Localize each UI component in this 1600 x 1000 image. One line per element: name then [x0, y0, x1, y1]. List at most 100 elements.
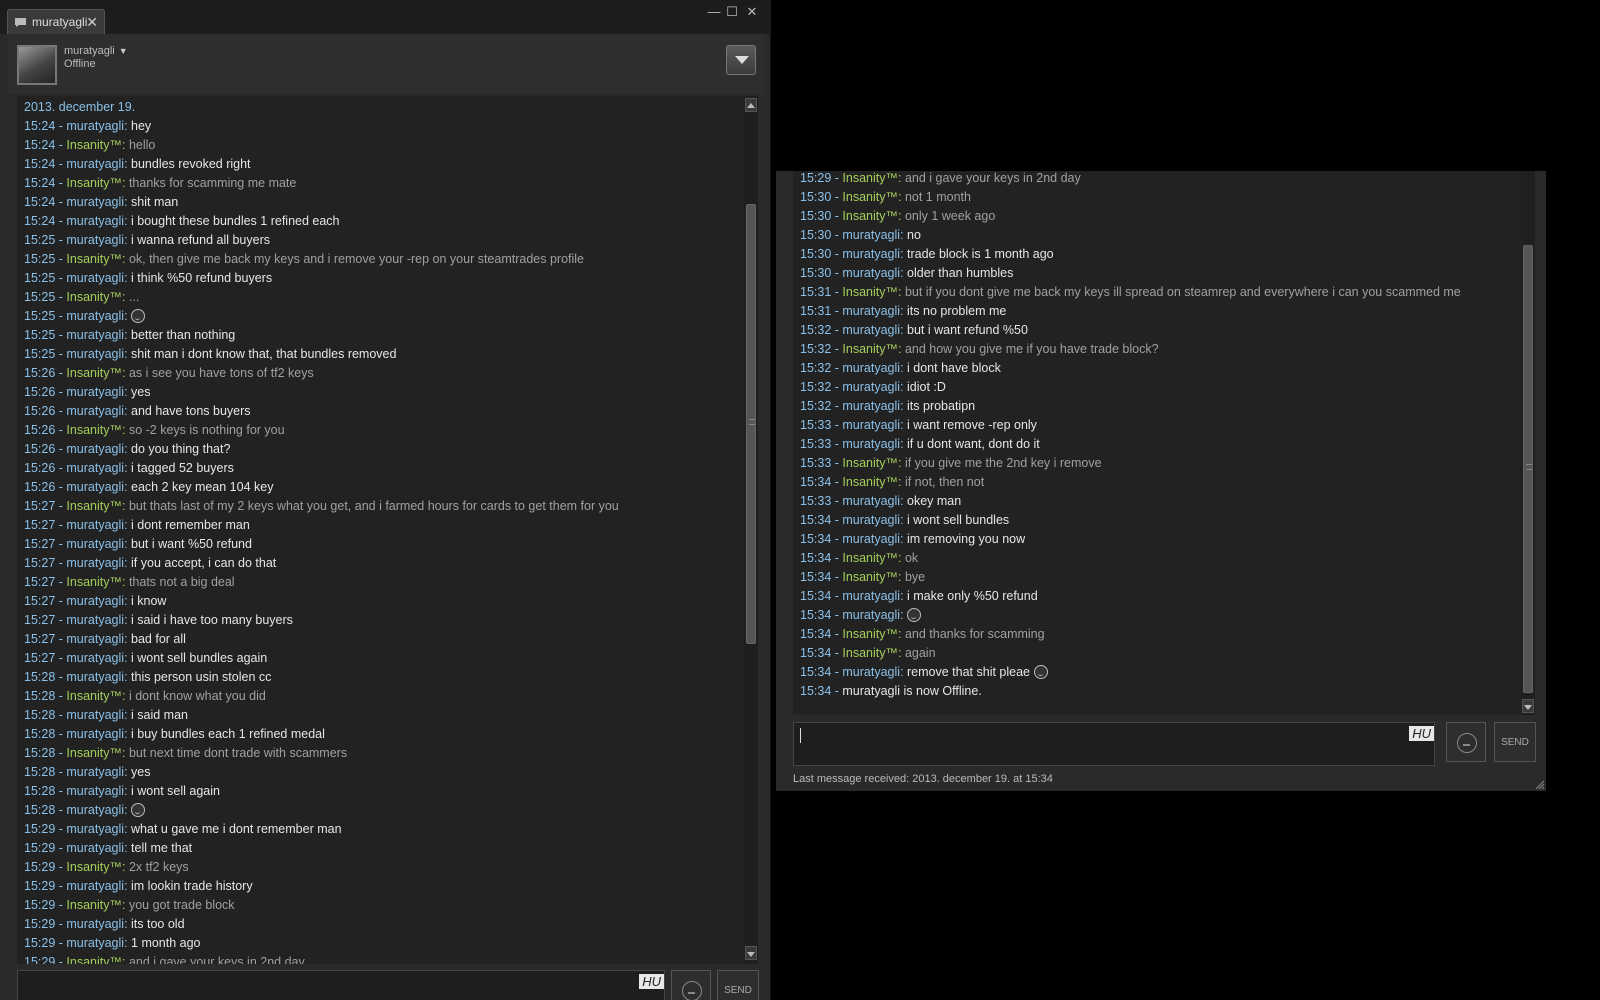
- separator: -: [55, 556, 67, 570]
- sender-name: muratyagli: [66, 119, 125, 133]
- separator: -: [55, 613, 67, 627]
- colon: :: [124, 195, 132, 209]
- colon: :: [124, 309, 132, 323]
- timestamp: 15:30: [800, 190, 832, 204]
- sender-name: muratyagli: [66, 594, 125, 608]
- chat-line: 15:25 - muratyagli:: [24, 307, 619, 326]
- friend-name[interactable]: muratyagli ▼: [64, 45, 128, 57]
- timestamp: 15:33: [800, 494, 832, 508]
- timestamp: 15:32: [800, 323, 832, 337]
- timestamp: 15:26: [24, 423, 56, 437]
- message-text: not 1 month: [904, 190, 971, 204]
- separator: -: [55, 917, 67, 931]
- separator: -: [831, 513, 843, 527]
- caret-down-icon[interactable]: ▼: [119, 46, 128, 56]
- message-text: but next time dont trade with scammers: [128, 746, 348, 760]
- chat-line: 15:28 - Insanity™: i dont know what you …: [24, 687, 619, 706]
- timestamp: 15:28: [24, 708, 56, 722]
- timestamp: 15:29: [24, 822, 56, 836]
- sender-name: muratyagli: [66, 822, 125, 836]
- close-window-button[interactable]: ✕: [744, 4, 760, 20]
- message-text: ...: [128, 290, 140, 304]
- sender-name: muratyagli: [66, 195, 125, 209]
- colon: :: [124, 670, 132, 684]
- maximize-button[interactable]: ☐: [724, 4, 740, 20]
- separator: -: [55, 765, 67, 779]
- colon: :: [124, 917, 132, 931]
- message-text: and have tons buyers: [131, 404, 251, 418]
- colon: :: [124, 936, 132, 950]
- colon: :: [900, 228, 908, 242]
- colon: :: [121, 366, 129, 380]
- chat-line: 15:24 - muratyagli: i bought these bundl…: [24, 212, 619, 231]
- chat-line: 15:31 - muratyagli: its no problem me: [800, 302, 1461, 321]
- message-input[interactable]: HU: [17, 970, 665, 1000]
- colon: :: [897, 342, 905, 356]
- chat-line: 15:32 - muratyagli: its probatipn: [800, 397, 1461, 416]
- status-message: muratyagli is now Offline.: [842, 684, 982, 698]
- sender-name: muratyagli: [66, 879, 125, 893]
- emoticon-button-right[interactable]: [1446, 722, 1486, 762]
- colon: :: [900, 532, 908, 546]
- separator: -: [55, 138, 67, 152]
- chat-log: 2013. december 19. 15:24 - muratyagli: he…: [17, 96, 757, 964]
- timestamp: 15:33: [800, 418, 832, 432]
- message-text: i dont have block: [907, 361, 1001, 375]
- emoticon-icon: [131, 309, 146, 323]
- chat-options-button[interactable]: [726, 45, 756, 75]
- timestamp: 15:34: [800, 684, 832, 698]
- chat-log-scrollbar[interactable]: [744, 96, 758, 964]
- chat-line: 15:34 - muratyagli: i make only %50 refu…: [800, 587, 1461, 606]
- message-text: 1 month ago: [131, 936, 201, 950]
- message-text: bye: [904, 570, 926, 584]
- separator: -: [831, 342, 843, 356]
- timestamp: 15:28: [24, 746, 56, 760]
- message-text: only 1 week ago: [904, 209, 996, 223]
- scroll-up-arrow[interactable]: [745, 98, 757, 112]
- sender-name: Insanity™: [842, 209, 898, 223]
- colon: :: [124, 385, 132, 399]
- separator: -: [55, 214, 67, 228]
- scroll-down-arrow[interactable]: [745, 946, 757, 960]
- separator: -: [55, 727, 67, 741]
- chat-log-scrollbar-right[interactable]: [1521, 171, 1535, 715]
- chat-line: 15:24 - Insanity™: hello: [24, 136, 619, 155]
- tab-close-icon[interactable]: ✕: [86, 14, 98, 31]
- separator: -: [55, 898, 67, 912]
- message-text: if you accept, i can do that: [131, 556, 277, 570]
- scroll-thumb[interactable]: [746, 204, 756, 644]
- sender-name: Insanity™: [842, 190, 898, 204]
- avatar[interactable]: [17, 45, 57, 85]
- emoticon-button[interactable]: [671, 970, 711, 1000]
- chat-line: 15:26 - muratyagli: each 2 key mean 104 …: [24, 478, 619, 497]
- send-button-right[interactable]: SEND: [1494, 722, 1536, 762]
- message-text: im lookin trade history: [131, 879, 253, 893]
- chat-line: 15:34 - muratyagli: i wont sell bundles: [800, 511, 1461, 530]
- sender-name: Insanity™: [66, 176, 122, 190]
- chat-tab[interactable]: muratyagli ✕: [7, 9, 105, 34]
- scroll-down-arrow-right[interactable]: [1522, 699, 1534, 713]
- message-text: shit man: [131, 195, 179, 209]
- chat-line: 15:24 - muratyagli: bundles revoked righ…: [24, 155, 619, 174]
- minimize-button[interactable]: —: [706, 4, 722, 19]
- separator: -: [55, 651, 67, 665]
- separator: -: [55, 841, 67, 855]
- separator: -: [55, 404, 67, 418]
- message-input-right[interactable]: HU: [793, 722, 1435, 766]
- colon: :: [124, 879, 132, 893]
- scroll-thumb-right[interactable]: [1523, 245, 1533, 693]
- chat-line: 15:30 - Insanity™: not 1 month: [800, 188, 1461, 207]
- colon: :: [897, 475, 905, 489]
- timestamp: 15:34: [800, 513, 832, 527]
- chat-line: 15:29 - Insanity™: 2x tf2 keys: [24, 858, 619, 877]
- chat-line: 15:34 - muratyagli is now Offline.: [800, 682, 1461, 701]
- resize-grip-icon[interactable]: [1535, 780, 1545, 790]
- colon: :: [124, 404, 132, 418]
- colon: :: [121, 575, 129, 589]
- colon: :: [897, 171, 905, 185]
- separator: -: [55, 803, 67, 817]
- separator: -: [55, 632, 67, 646]
- sender-name: muratyagli: [842, 608, 901, 622]
- timestamp: 15:27: [24, 556, 56, 570]
- send-button[interactable]: SEND: [717, 970, 759, 1000]
